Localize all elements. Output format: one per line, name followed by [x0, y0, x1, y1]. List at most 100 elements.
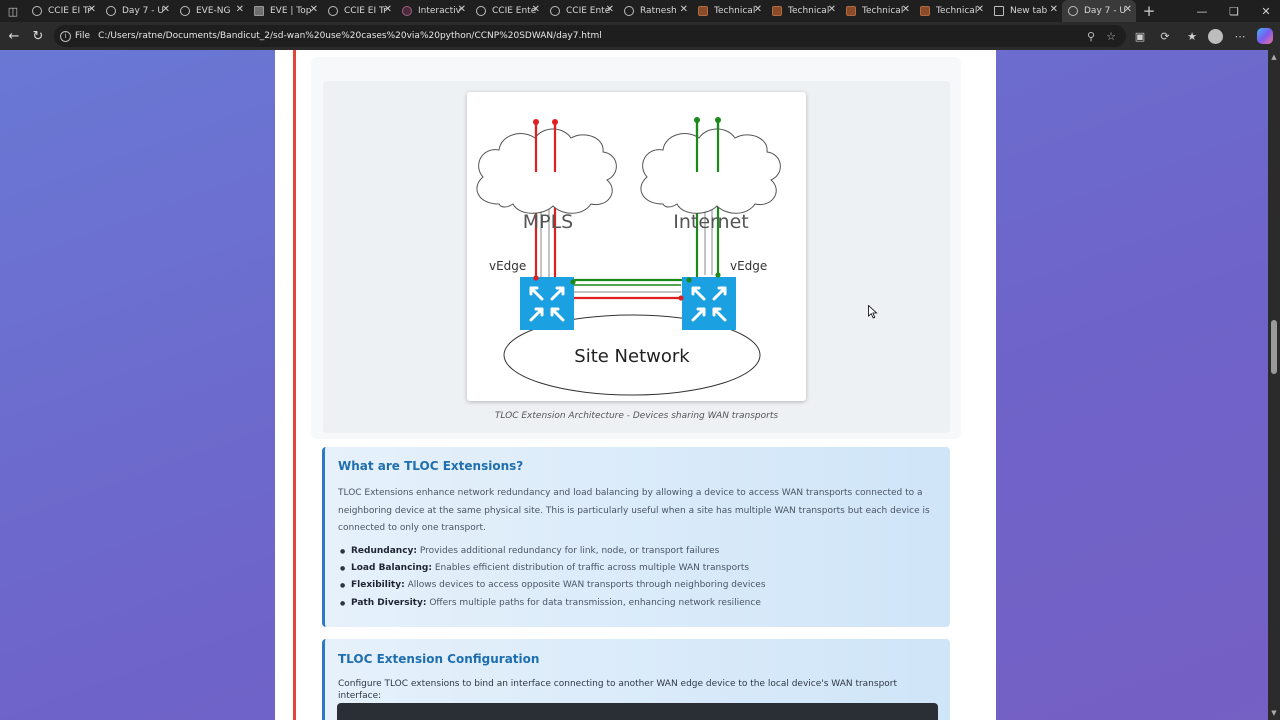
tab-13[interactable]: Technical ✕ [914, 0, 988, 22]
close-icon[interactable]: ✕ [1124, 4, 1132, 15]
globe-icon [550, 6, 560, 16]
mouse-cursor-icon [868, 305, 878, 319]
wallet-icon[interactable]: ▣ [1129, 22, 1151, 50]
back-arrow-icon[interactable]: ← [2, 22, 26, 50]
tab-title: Day 7 - U [1084, 6, 1126, 16]
cloud-internet-label: Internet [673, 211, 748, 233]
tab-15-active[interactable]: Day 7 - U ✕ [1062, 0, 1136, 22]
maximize-icon[interactable]: ❏ [1218, 0, 1250, 22]
code-block[interactable] [337, 703, 938, 720]
refresh-icon[interactable]: ↻ [26, 22, 50, 50]
tab-1[interactable]: CCIE EI Tr ✕ [26, 0, 100, 22]
globe-icon [624, 6, 634, 16]
close-icon[interactable]: ✕ [680, 4, 688, 15]
list-item-text: Offers multiple paths for data transmiss… [429, 597, 761, 608]
tab-title: Technical [862, 6, 904, 16]
minimize-icon[interactable]: — [1186, 0, 1218, 22]
scrollbar-thumb[interactable] [1271, 320, 1277, 374]
scroll-down-icon[interactable]: ▼ [1270, 709, 1278, 717]
tab-5[interactable]: CCIE EI Tr ✕ [322, 0, 396, 22]
page-scrollbar[interactable]: ▲ ▼ [1268, 50, 1280, 720]
list-item-text: Provides additional redundancy for link,… [419, 545, 720, 556]
scroll-up-icon[interactable]: ▲ [1270, 53, 1278, 61]
close-icon[interactable]: ✕ [162, 4, 170, 15]
router-port-dot [678, 295, 684, 301]
close-icon[interactable]: ✕ [236, 4, 244, 15]
browser-toolbar: ← ↻ i File C:/Users/ratne/Documents/Band… [0, 22, 1280, 50]
image-icon [254, 6, 264, 16]
router-port-dot [533, 275, 539, 281]
tab-7[interactable]: CCIE Ente ✕ [470, 0, 544, 22]
list-item: Load Balancing: Enables efficient distri… [340, 560, 938, 578]
address-url[interactable]: C:/Users/ratne/Documents/Bandicut_2/sd-w… [98, 31, 602, 41]
new-tab-button[interactable]: + [1136, 0, 1162, 22]
tloc-diagram: MPLS Internet vEdge vEdge Site Network [467, 92, 806, 401]
list-item-term: Load Balancing: [351, 562, 432, 573]
close-icon[interactable]: ✕ [606, 4, 614, 15]
address-scheme: File [75, 31, 91, 41]
tab-4[interactable]: EVE | Top ✕ [248, 0, 322, 22]
doc-icon [698, 6, 708, 16]
page-accent-border [293, 50, 296, 720]
list-item-text: Allows devices to access opposite WAN tr… [407, 580, 766, 591]
tab-8[interactable]: CCIE Ente ✕ [544, 0, 618, 22]
extensions-icon[interactable]: ⟳ [1154, 22, 1176, 50]
close-icon[interactable]: ✕ [310, 4, 318, 15]
window-close-icon[interactable]: ✕ [1250, 0, 1280, 22]
globe-icon [180, 6, 190, 16]
close-icon[interactable]: ✕ [902, 4, 910, 15]
tab-title: Technical [936, 6, 978, 16]
zoom-icon[interactable]: ⚲ [1082, 25, 1100, 47]
close-icon[interactable]: ✕ [1050, 4, 1058, 15]
info-box-tloc-extensions: What are TLOC Extensions? TLOC Extension… [322, 447, 950, 627]
cloud-mpls-label: MPLS [523, 211, 574, 233]
site-network-label: Site Network [574, 346, 690, 367]
close-icon[interactable]: ✕ [532, 4, 540, 15]
close-icon[interactable]: ✕ [828, 4, 836, 15]
mpls-endpoint-dot [552, 119, 558, 125]
profile-avatar[interactable] [1208, 29, 1223, 44]
globe-icon [106, 6, 116, 16]
tab-14[interactable]: New tab ✕ [988, 0, 1062, 22]
tab-title: CCIE EI Tr [48, 6, 91, 16]
tab-title: Ratnesh [640, 6, 677, 16]
tloc-diagram-svg: MPLS Internet vEdge vEdge Site Network [476, 117, 781, 396]
tab-title: CCIE Ente [492, 6, 536, 16]
tab-9[interactable]: Ratnesh ✕ [618, 0, 692, 22]
doc-icon [772, 6, 782, 16]
info-icon[interactable]: i [60, 30, 71, 42]
close-icon[interactable]: ✕ [384, 4, 392, 15]
tab-3[interactable]: EVE-NG ✕ [174, 0, 248, 22]
internet-endpoint-dot [694, 117, 700, 123]
tab-title: Technical [714, 6, 756, 16]
tab-actions-icon[interactable]: ◫ [0, 0, 26, 22]
tab-6[interactable]: Interactiv ✕ [396, 0, 470, 22]
tab-title: Day 7 - U [122, 6, 164, 16]
tab-title: New tab [1010, 6, 1048, 16]
favorites-icon[interactable]: ★ [1181, 22, 1203, 50]
address-bar[interactable]: i File C:/Users/ratne/Documents/Bandicut… [54, 25, 1126, 47]
close-icon[interactable]: ✕ [976, 4, 984, 15]
doc-icon [920, 6, 930, 16]
tab-title: Interactiv [418, 6, 461, 16]
globe-icon [1068, 6, 1078, 16]
close-icon[interactable]: ✕ [458, 4, 466, 15]
more-menu-icon[interactable]: ⋯ [1229, 22, 1251, 50]
close-icon[interactable]: ✕ [754, 4, 762, 15]
tab-10[interactable]: Technical ✕ [692, 0, 766, 22]
copilot-icon[interactable] [1257, 28, 1273, 44]
globe-icon [328, 6, 338, 16]
vedge-left-label: vEdge [489, 259, 526, 273]
doc-icon [846, 6, 856, 16]
list-item: Redundancy: Provides additional redundan… [340, 543, 938, 561]
tab-11[interactable]: Technical ✕ [766, 0, 840, 22]
list-item: Path Diversity: Offers multiple paths fo… [340, 595, 938, 613]
close-icon[interactable]: ✕ [88, 4, 96, 15]
tab-12[interactable]: Technical ✕ [840, 0, 914, 22]
mpls-endpoint-dot [533, 119, 539, 125]
router-left-icon [520, 277, 574, 330]
globe-icon [476, 6, 486, 16]
vedge-right-label: vEdge [730, 259, 767, 273]
favorite-star-icon[interactable]: ☆ [1102, 25, 1120, 47]
tab-2[interactable]: Day 7 - U ✕ [100, 0, 174, 22]
